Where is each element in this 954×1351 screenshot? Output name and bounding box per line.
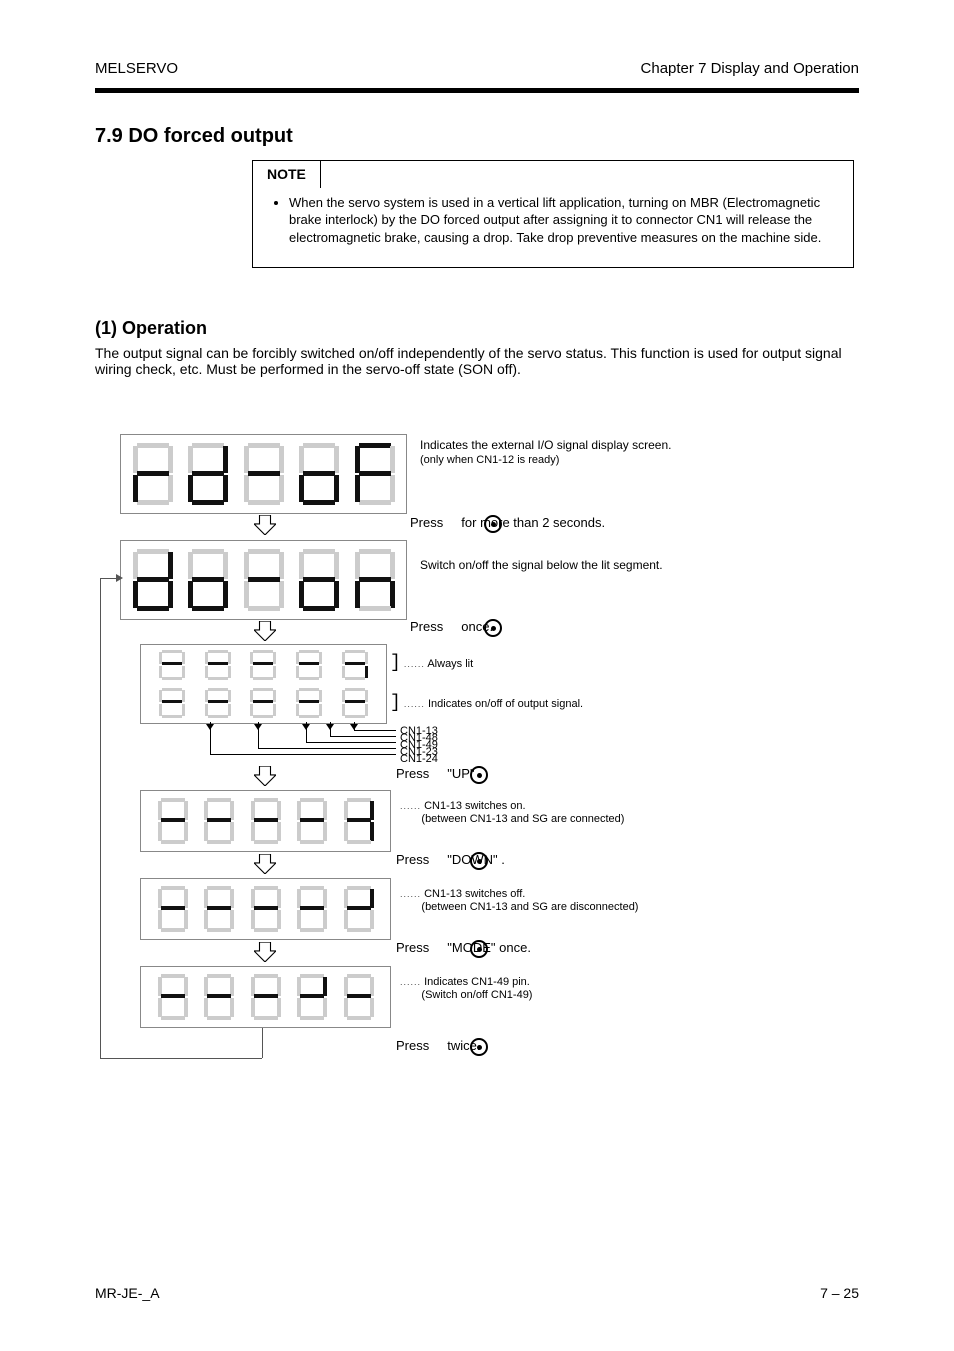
display-iomap bbox=[140, 644, 387, 724]
arrow-4 bbox=[254, 854, 276, 879]
enter-icon bbox=[484, 515, 502, 533]
note-item: When the servo system is used in a verti… bbox=[289, 194, 839, 247]
header-rule bbox=[95, 88, 859, 93]
d4-note: ...... CN1-13 switches on. (between CN1-… bbox=[400, 800, 720, 825]
mode-icon bbox=[470, 940, 488, 958]
footer-left: MR-JE-_A bbox=[95, 1285, 160, 1301]
arrow-1 bbox=[254, 515, 276, 540]
press-once-1: Press once. bbox=[410, 619, 493, 634]
display-step5 bbox=[140, 966, 391, 1028]
press-up: Press "UP" . bbox=[396, 766, 482, 781]
display-doon bbox=[120, 540, 407, 620]
row-bottom-note: ] ...... Indicates on/off of output sign… bbox=[390, 693, 650, 714]
d1-desc: Indicates the external I/O signal displa… bbox=[420, 438, 850, 466]
press-hold-1: Press for more than 2 seconds. bbox=[410, 515, 605, 530]
enter-icon-2 bbox=[484, 619, 502, 637]
enter-icon-6 bbox=[470, 1038, 488, 1056]
d6-note: ...... Indicates CN1-49 pin. (Switch on/… bbox=[400, 976, 720, 1001]
press-down: Press "DOWN" . bbox=[396, 852, 505, 867]
section-title: 7.9 DO forced output bbox=[95, 125, 293, 148]
header-right: Chapter 7 Display and Operation bbox=[641, 60, 859, 77]
header-left: MELSERVO bbox=[95, 60, 178, 77]
d5-note: ...... CN1-13 switches off. (between CN1… bbox=[400, 888, 740, 913]
press-mode: Press "MODE" once. bbox=[396, 940, 531, 955]
arrow-3 bbox=[254, 766, 276, 791]
display-rdof bbox=[120, 434, 407, 514]
display-step3 bbox=[140, 790, 391, 852]
note-box: NOTE When the servo system is used in a … bbox=[252, 160, 854, 268]
note-label: NOTE bbox=[253, 161, 321, 188]
display-step4 bbox=[140, 878, 391, 940]
d2-desc: Switch on/off the signal below the lit s… bbox=[420, 558, 850, 572]
down-icon bbox=[470, 852, 488, 870]
footer-right: 7 – 25 bbox=[820, 1285, 859, 1301]
callout-c24: CN1-24 bbox=[400, 753, 438, 766]
block-title: (1) Operation bbox=[95, 318, 207, 339]
block-desc: The output signal can be forcibly switch… bbox=[95, 345, 859, 377]
arrow-2 bbox=[254, 621, 276, 646]
row-top-note: ] ...... Always lit bbox=[390, 653, 473, 674]
up-icon bbox=[470, 766, 488, 784]
press-twice-2: Press twice. bbox=[396, 1038, 481, 1053]
arrow-5 bbox=[254, 942, 276, 967]
